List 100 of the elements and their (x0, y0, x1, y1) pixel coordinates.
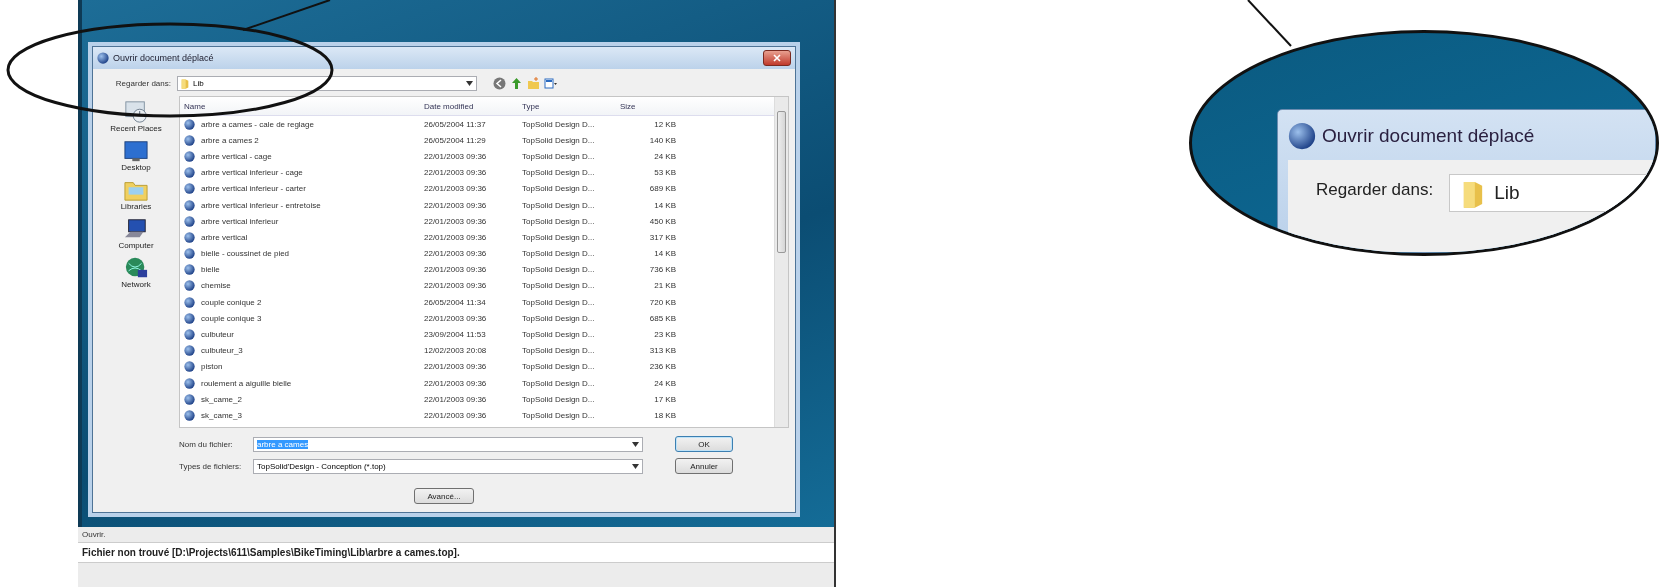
date-cell-text: 22/01/2003 09:36 (423, 362, 488, 372)
type-cell-text: TopSolid Design D... (521, 249, 596, 259)
globe-icon (184, 296, 195, 308)
window-title: Ouvrir document déplacé (1322, 125, 1535, 147)
file-name[interactable]: arbre vertical (197, 232, 248, 242)
sidebar-item[interactable]: Computer (118, 217, 154, 250)
globe-icon (184, 377, 195, 389)
file-name[interactable]: sk_came_3 (197, 410, 242, 420)
type-cell-text: TopSolid Design D... (521, 151, 596, 161)
size-cell-text: 18 KB (653, 410, 677, 420)
caret-icon (466, 80, 473, 86)
file-name[interactable]: arbre a cames - cale de reglage (197, 119, 314, 129)
date-cell-text: 22/01/2003 09:36 (423, 151, 488, 161)
globe-icon (184, 409, 195, 421)
cancel-button[interactable]: Annuler (675, 458, 733, 474)
date-cell-text: 26/05/2004 11:29 (423, 135, 487, 145)
size-cell-text: 24 KB (653, 378, 677, 388)
type-cell-text: TopSolid Design D... (521, 135, 596, 145)
file-name[interactable]: arbre vertical inferieur - entretoise (197, 200, 321, 210)
look-in-label: Regarder dans: (114, 78, 171, 88)
date-cell-text: 22/01/2003 09:36 (423, 394, 488, 404)
file-name[interactable]: bielle (197, 265, 220, 275)
file-name-label: Nom du fichier: (179, 439, 234, 449)
size-cell-text: 685 KB (648, 313, 677, 323)
file-name[interactable]: piston (197, 362, 223, 372)
view-menu-icon[interactable] (544, 76, 557, 90)
date-cell-text: 22/01/2003 09:36 (423, 249, 488, 259)
globe-icon (184, 280, 195, 292)
scrollbar-thumb[interactable] (777, 111, 786, 253)
close-button[interactable] (763, 50, 791, 66)
file-name[interactable]: sk_came_2 (197, 394, 242, 404)
advanced-button[interactable]: Avancé... (414, 488, 474, 504)
size-cell-text: 53 KB (653, 168, 677, 178)
file-name[interactable]: chemise (197, 281, 231, 291)
type-cell-text: TopSolid Design D... (521, 265, 596, 275)
type-cell-text: TopSolid Design D... (521, 410, 596, 420)
type-cell-text: TopSolid Design D... (521, 346, 596, 356)
size-cell-text: 450 KB (648, 216, 677, 226)
status-label: Ouvrir. (81, 529, 107, 541)
ok-button[interactable]: OK (675, 436, 733, 452)
size-cell-text: 317 KB (648, 232, 677, 242)
globe-icon (184, 183, 195, 195)
back-icon[interactable] (493, 76, 506, 90)
column-header[interactable]: Name (180, 101, 420, 111)
date-cell-text: 22/01/2003 09:36 (423, 200, 488, 210)
date-cell-text: 22/01/2003 09:36 (423, 410, 488, 420)
type-cell-text: TopSolid Design D... (521, 119, 596, 129)
size-cell-text: 21 KB (653, 281, 677, 291)
size-cell-text: 14 KB (653, 249, 677, 259)
type-cell-text: TopSolid Design D... (521, 184, 596, 194)
file-name[interactable]: couple conique 2 (197, 297, 262, 307)
up-arrow-icon[interactable] (510, 76, 523, 90)
file-name[interactable]: arbre vertical inferieur - carter (197, 184, 306, 194)
globe-icon (184, 118, 195, 130)
type-cell-text: TopSolid Design D... (521, 216, 596, 226)
leader-line (1247, 0, 1292, 47)
size-cell-text: 24 KB (653, 151, 677, 161)
column-header[interactable]: Type (518, 101, 616, 111)
date-cell-text: 22/01/2003 09:36 (423, 281, 488, 291)
column-header[interactable]: Size (616, 101, 680, 111)
file-type-dropdown[interactable]: TopSolid'Design - Conception (*.top) (253, 458, 643, 474)
globe-icon (184, 134, 195, 146)
size-cell-text: 17 KB (653, 394, 677, 404)
sidebar-item[interactable]: Recent Places (110, 100, 162, 133)
type-cell-text: TopSolid Design D... (521, 232, 596, 242)
file-name[interactable]: bielle - coussinet de pied (197, 249, 290, 259)
sidebar-item[interactable]: Libraries (120, 178, 152, 211)
date-cell-text: 26/05/2004 11:34 (423, 297, 487, 307)
scrollbar[interactable] (774, 97, 788, 427)
size-cell-text: 689 KB (648, 184, 677, 194)
size-cell-text: 720 KB (648, 297, 677, 307)
globe-icon (184, 345, 195, 357)
column-header[interactable]: Date modified (420, 101, 518, 111)
sidebar-item[interactable]: Network (121, 256, 151, 289)
file-type-label: Types de fichiers: (179, 461, 243, 471)
globe-icon (184, 248, 195, 260)
look-in-dropdown[interactable]: Lib (177, 75, 477, 91)
folder-icon (181, 77, 189, 89)
type-cell-text: TopSolid Design D... (521, 281, 596, 291)
globe-icon (184, 150, 195, 162)
look-in-label: Regarder dans: (1316, 180, 1434, 200)
desktop-icon (123, 139, 149, 163)
size-cell-text: 313 KB (648, 346, 677, 356)
globe-icon (97, 52, 109, 64)
type-cell-text: TopSolid Design D... (521, 362, 596, 372)
file-name[interactable]: roulement a aiguille bielle (197, 378, 292, 388)
file-name[interactable]: culbuteur (197, 330, 234, 340)
error-message: Fichier non trouvé [D:\Projects\611\Samples\BikeTiming\Lib\arbre a cames.top]. (78, 542, 834, 563)
file-name[interactable]: arbre vertical inferieur - cage (197, 168, 303, 178)
file-name[interactable]: arbre vertical - cage (197, 151, 272, 161)
size-cell-text: 140 KB (648, 135, 677, 145)
size-cell-text: 14 KB (653, 200, 677, 210)
file-name[interactable]: arbre a cames 2 (197, 135, 259, 145)
file-name[interactable]: culbuteur_3 (197, 346, 243, 356)
file-name[interactable]: arbre vertical inferieur (197, 216, 279, 226)
date-cell-text: 22/01/2003 09:36 (423, 378, 488, 388)
file-name[interactable]: couple conique 3 (197, 313, 262, 323)
sidebar-item[interactable]: Desktop (121, 139, 151, 172)
date-cell-text: 22/01/2003 09:36 (423, 168, 488, 178)
date-cell-text: 22/01/2003 09:36 (423, 184, 488, 194)
